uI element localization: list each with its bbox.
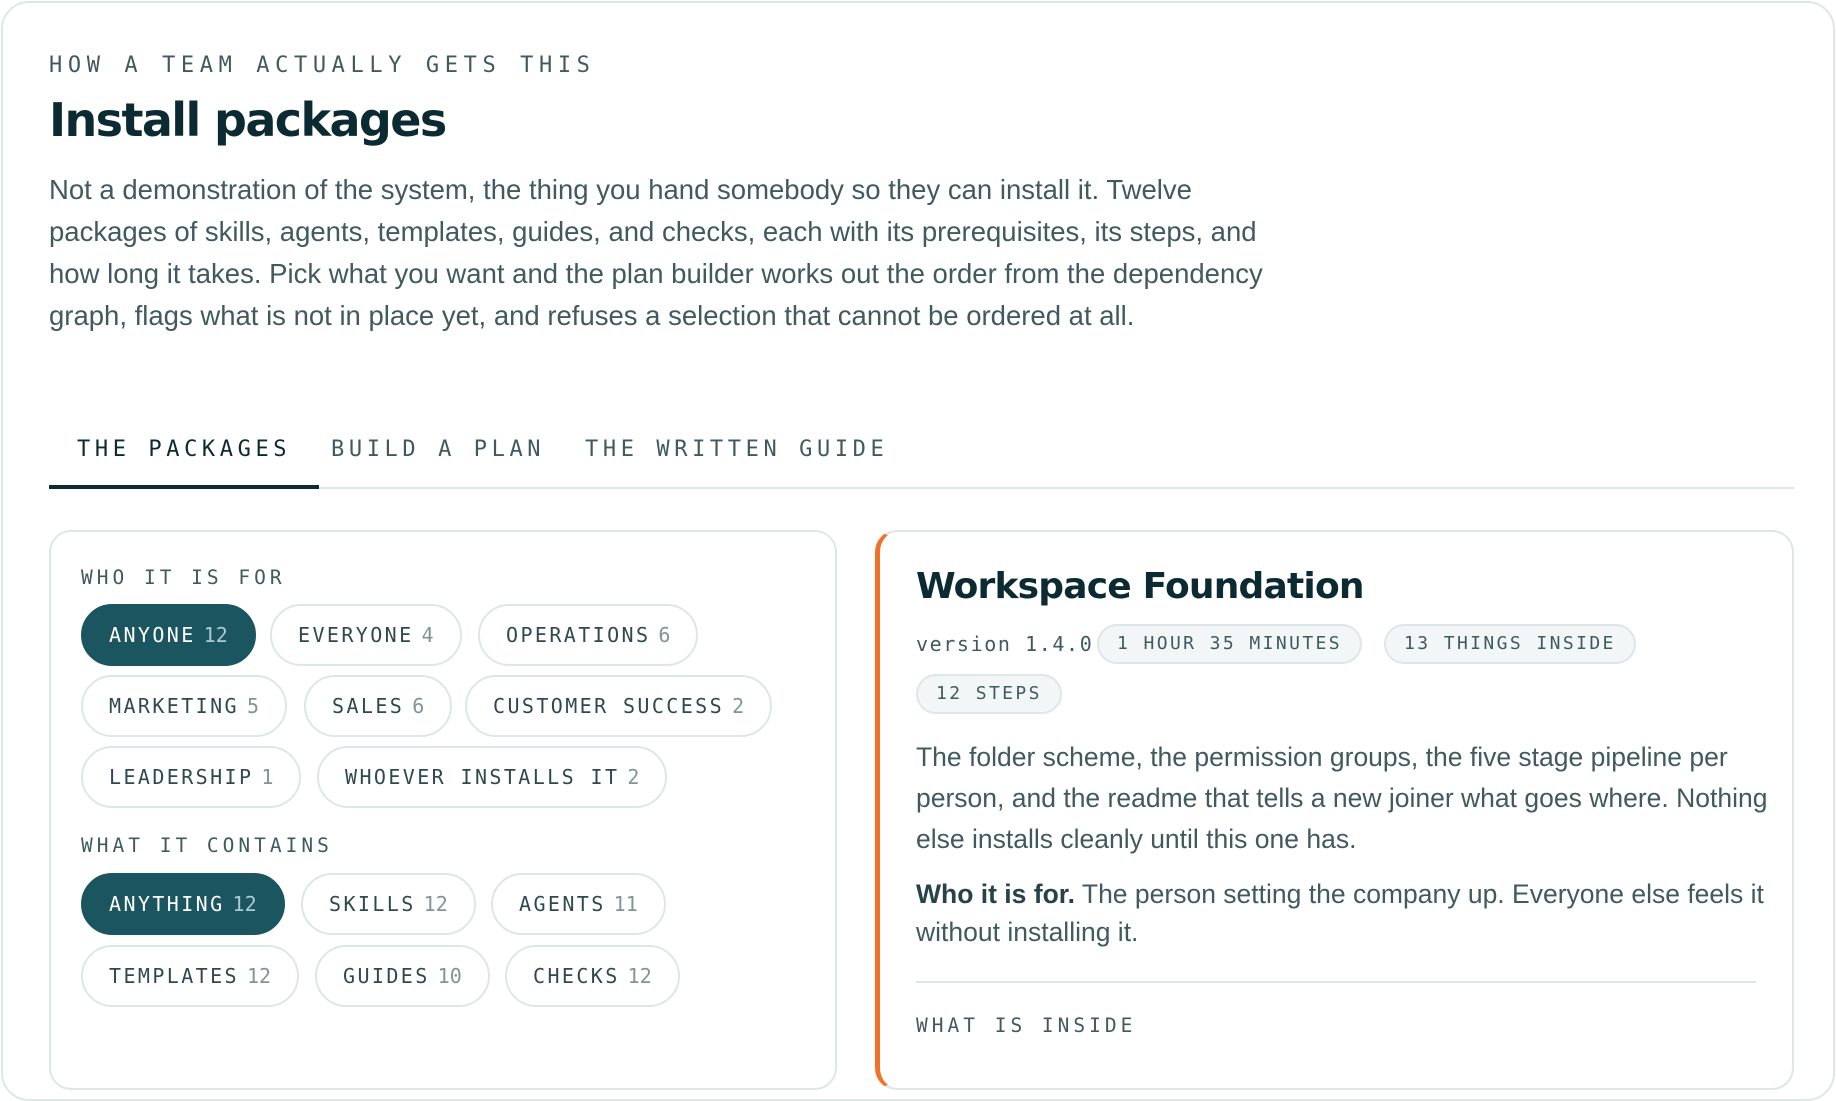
chip-count: 12 xyxy=(423,892,448,916)
chip-anything[interactable]: ANYTHING 12 xyxy=(81,873,285,935)
chip-count: 6 xyxy=(658,623,671,647)
tab-the-packages[interactable]: THE PACKAGES xyxy=(49,421,320,489)
chip-label: AGENTS xyxy=(519,892,606,916)
package-detail-panel: Workspace Foundation version 1.4.0 1 HOU… xyxy=(875,530,1794,1090)
chip-templates[interactable]: TEMPLATES 12 xyxy=(81,945,300,1007)
chip-count: 2 xyxy=(627,765,640,789)
chip-everyone[interactable]: EVERYONE 4 xyxy=(270,604,462,666)
steps-badge: 12 STEPS xyxy=(916,674,1062,714)
chip-checks[interactable]: CHECKS 12 xyxy=(505,945,680,1007)
tab-bar: THE PACKAGES BUILD A PLAN THE WRITTEN GU… xyxy=(49,421,1794,489)
chip-label: ANYTHING xyxy=(109,892,225,916)
chip-count: 5 xyxy=(246,694,260,718)
chip-label: SALES xyxy=(332,694,405,718)
duration-badge: 1 HOUR 35 MINUTES xyxy=(1097,624,1363,664)
chip-guides[interactable]: GUIDES 10 xyxy=(315,945,490,1007)
page-frame: HOW A TEAM ACTUALLY GETS THIS Install pa… xyxy=(1,1,1835,1101)
chip-count: 1 xyxy=(261,765,274,789)
package-title: Workspace Foundation xyxy=(916,566,1365,607)
chip-label: WHOEVER INSTALLS IT xyxy=(345,765,620,789)
chip-label: TEMPLATES xyxy=(109,964,239,988)
chip-label: EVERYONE xyxy=(298,623,414,647)
chip-count: 11 xyxy=(613,892,638,916)
contents-filter-label: WHAT IT CONTAINS xyxy=(81,834,333,857)
contents-count-badge: 13 THINGS INSIDE xyxy=(1384,624,1636,664)
package-version: version 1.4.0 xyxy=(916,632,1094,656)
page-lede: Not a demonstration of the system, the t… xyxy=(49,174,1263,331)
chip-whoever-installs-it[interactable]: WHOEVER INSTALLS IT 2 xyxy=(317,746,668,808)
chip-count: 12 xyxy=(232,892,257,916)
chip-count: 2 xyxy=(732,694,745,718)
package-description: The folder scheme, the permission groups… xyxy=(916,742,1768,854)
chip-operations[interactable]: OPERATIONS 6 xyxy=(478,604,699,666)
chip-label: CUSTOMER SUCCESS xyxy=(493,694,725,718)
chip-customer-success[interactable]: CUSTOMER SUCCESS 2 xyxy=(465,675,773,737)
chip-marketing[interactable]: MARKETING 5 xyxy=(81,675,288,737)
chip-label: MARKETING xyxy=(109,694,239,718)
chip-count: 10 xyxy=(437,964,462,988)
page-title: Install packages xyxy=(49,93,447,147)
chip-label: LEADERSHIP xyxy=(109,765,254,789)
chip-count: 6 xyxy=(412,694,425,718)
chip-label: SKILLS xyxy=(329,892,416,916)
chip-anyone[interactable]: ANYONE 12 xyxy=(81,604,256,666)
audience-filter-label: WHO IT IS FOR xyxy=(81,566,286,589)
section-divider xyxy=(916,981,1756,983)
chip-agents[interactable]: AGENTS 11 xyxy=(491,873,666,935)
tab-the-written-guide[interactable]: THE WRITTEN GUIDE xyxy=(585,421,888,489)
page-eyebrow: HOW A TEAM ACTUALLY GETS THIS xyxy=(49,53,596,78)
chip-skills[interactable]: SKILLS 12 xyxy=(301,873,476,935)
chip-label: CHECKS xyxy=(533,964,620,988)
chip-count: 12 xyxy=(203,623,228,647)
chip-count: 12 xyxy=(627,964,652,988)
chip-label: GUIDES xyxy=(343,964,430,988)
chip-leadership[interactable]: LEADERSHIP 1 xyxy=(81,746,302,808)
what-is-inside-label: WHAT IS INSIDE xyxy=(916,1014,1137,1037)
audience-heading: Who it is for. xyxy=(916,879,1075,909)
package-audience: Who it is for. The person setting the co… xyxy=(916,875,1776,951)
chip-count: 12 xyxy=(246,964,272,988)
chip-count: 4 xyxy=(421,623,434,647)
chip-label: OPERATIONS xyxy=(506,623,651,647)
filter-panel: WHO IT IS FOR ANYONE 12 EVERYONE 4 OPERATI… xyxy=(49,530,837,1090)
chip-sales[interactable]: SALES 6 xyxy=(304,675,453,737)
tab-build-a-plan[interactable]: BUILD A PLAN xyxy=(331,421,545,489)
chip-label: ANYONE xyxy=(109,623,196,647)
